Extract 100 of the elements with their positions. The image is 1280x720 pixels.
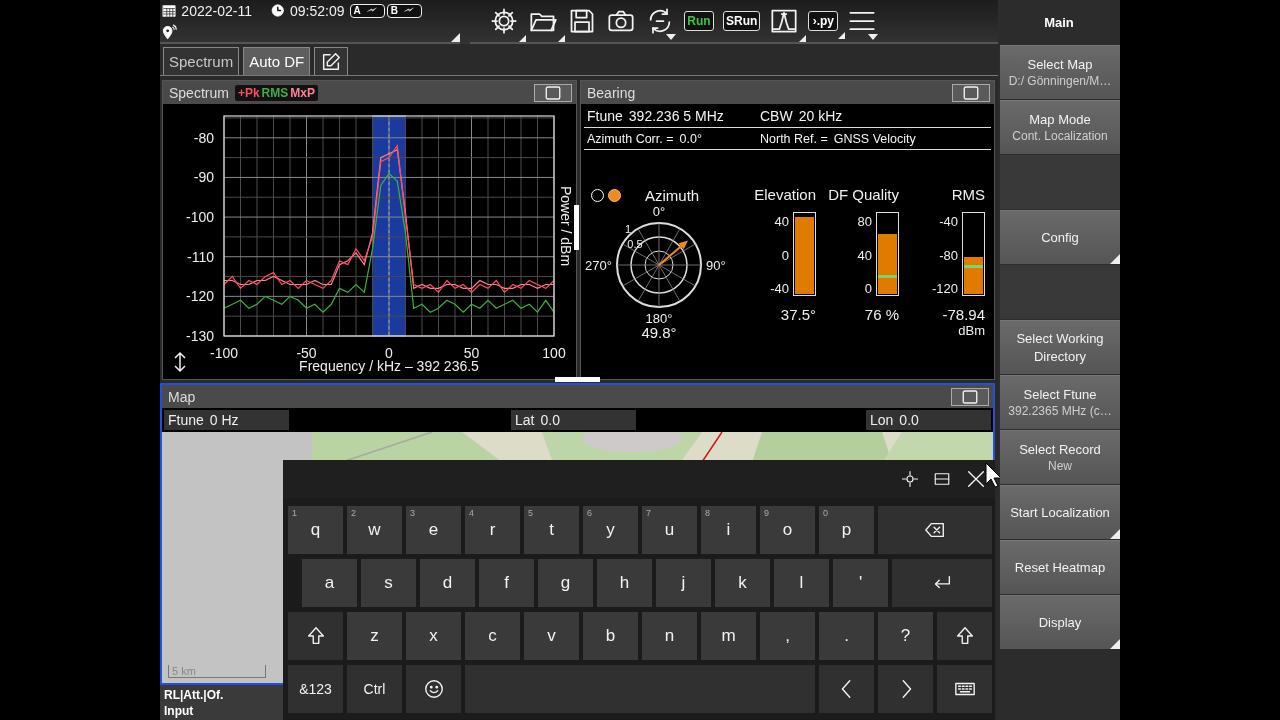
edit-tab[interactable] — [314, 47, 349, 75]
gauge-title: DF Quality — [828, 186, 899, 204]
key[interactable]: s — [361, 559, 416, 607]
key[interactable]: t 5 — [524, 506, 579, 554]
toolbar-button[interactable]: Run — [684, 11, 714, 31]
key[interactable]: o 9 — [760, 506, 815, 554]
maximize-button[interactable] — [951, 387, 989, 406]
field-value: 0.0 — [540, 412, 560, 428]
key[interactable]: m — [701, 612, 756, 660]
key[interactable]: ? — [878, 612, 933, 660]
sidebar-button[interactable]: Select Record New — [1000, 430, 1120, 484]
tab[interactable]: Auto DF — [243, 47, 311, 75]
sidebar-button[interactable]: Select Ftune 392.2365 MHz (c… — [1000, 375, 1120, 429]
panel-title: Map — [168, 388, 196, 405]
button-label: Display — [1038, 613, 1082, 632]
axis-tick-label: -80 — [193, 129, 214, 146]
key[interactable]: p 0 — [819, 506, 874, 554]
sidebar-button[interactable]: Select Map D:/ Gönningen/M… — [1000, 45, 1120, 99]
key[interactable]: k — [715, 559, 770, 607]
key[interactable]: d — [420, 559, 475, 607]
key[interactable]: j — [656, 559, 711, 607]
key[interactable]: z — [347, 612, 402, 660]
corner-triangle-icon[interactable] — [558, 35, 565, 42]
compass-label: 270° — [585, 258, 612, 273]
key[interactable]: y 6 — [583, 506, 638, 554]
ring-label: 1 — [624, 223, 632, 235]
sidebar-button[interactable]: Select Working Directory — [1000, 320, 1120, 374]
corner-triangle-icon[interactable] — [1110, 639, 1120, 649]
key[interactable]: g — [538, 559, 593, 607]
key[interactable]: Ctrl — [347, 665, 402, 713]
field-value: 392.236 5 MHz — [628, 107, 724, 124]
button-label: Start Localization — [1010, 503, 1110, 522]
axis-tick-label: -50 — [296, 345, 317, 361]
panel-title: Spectrum — [169, 84, 229, 101]
move-button[interactable] — [901, 470, 919, 488]
scale-label: 0 — [864, 281, 872, 296]
scale-label: 0 — [781, 247, 789, 263]
key[interactable]: x — [406, 612, 461, 660]
corner-triangle-icon[interactable] — [838, 32, 846, 39]
dropdown-caret-icon[interactable] — [666, 34, 676, 40]
sidebar-button[interactable]: Map Mode Cont. Localization — [1000, 100, 1120, 154]
key[interactable] — [937, 612, 992, 660]
key[interactable]: h — [597, 559, 652, 607]
key[interactable] — [937, 665, 992, 713]
key[interactable]: v — [524, 612, 579, 660]
dropdown-caret-icon[interactable] — [868, 34, 879, 40]
key[interactable]: l — [774, 559, 829, 607]
splitter-handle[interactable] — [574, 205, 579, 250]
toolbar-button[interactable]: SRun — [723, 11, 761, 31]
dock-button[interactable] — [933, 470, 951, 488]
key[interactable]: r 4 — [465, 506, 520, 554]
key[interactable]: b — [583, 612, 638, 660]
sidebar-button[interactable]: Start Localization — [1000, 485, 1120, 539]
button-sublabel: Cont. Localization — [1012, 129, 1108, 144]
sidebar-button[interactable]: Reset Heatmap — [1000, 540, 1120, 594]
axis-title: Frequency / kHz – 392 236.5 — [299, 358, 479, 374]
maximize-icon — [961, 387, 979, 406]
field-value: 0.0° — [679, 131, 702, 146]
key[interactable]: a — [302, 559, 357, 607]
key[interactable]: c — [465, 612, 520, 660]
panel-title: Bearing — [587, 84, 636, 101]
scale-label: 80 — [857, 214, 872, 229]
field-label: North Ref. = — [760, 131, 828, 146]
key[interactable]: w 2 — [347, 506, 402, 554]
field-label: Azimuth Corr. = — [587, 131, 674, 146]
gauge-value: 76 % — [864, 306, 899, 323]
close-button[interactable] — [965, 468, 987, 490]
time-text: 09:52:09 — [290, 2, 345, 19]
key[interactable]: u 7 — [642, 506, 697, 554]
bearing-arrow — [658, 240, 688, 266]
key[interactable] — [406, 665, 461, 713]
sidebar-button[interactable]: Config — [1000, 210, 1120, 264]
key[interactable]: f — [479, 559, 534, 607]
button-label: Select Map — [1027, 56, 1093, 74]
corner-triangle-icon[interactable] — [451, 33, 460, 42]
tab[interactable]: Spectrum — [163, 47, 240, 75]
key-hint: 2 — [351, 508, 356, 518]
move-icon — [901, 470, 919, 488]
corner-triangle-icon[interactable] — [519, 35, 526, 42]
key[interactable]: &123 — [288, 665, 343, 713]
key[interactable]: n — [642, 612, 697, 660]
sidebar-button[interactable]: Display — [1000, 595, 1120, 649]
resize-arrows-icon[interactable] — [174, 351, 186, 373]
key[interactable]: ' — [833, 559, 888, 607]
maximize-icon — [544, 83, 562, 102]
key[interactable]: . — [819, 612, 874, 660]
edit-icon — [320, 50, 343, 73]
scale-label: -40 — [939, 214, 958, 229]
key[interactable]: , — [760, 612, 815, 660]
splitter-handle[interactable] — [555, 377, 600, 382]
status-text: RL|Att.|Of. — [164, 686, 225, 703]
key[interactable]: i 8 — [701, 506, 756, 554]
scale-label: -120 — [931, 281, 958, 296]
maximize-button[interactable] — [534, 83, 572, 102]
key[interactable]: e 3 — [406, 506, 461, 554]
key[interactable]: q 1 — [288, 506, 343, 554]
key[interactable] — [288, 612, 343, 660]
maximize-button[interactable] — [952, 83, 990, 102]
scale-label: -40 — [770, 281, 789, 296]
key-hint: 8 — [705, 508, 710, 518]
